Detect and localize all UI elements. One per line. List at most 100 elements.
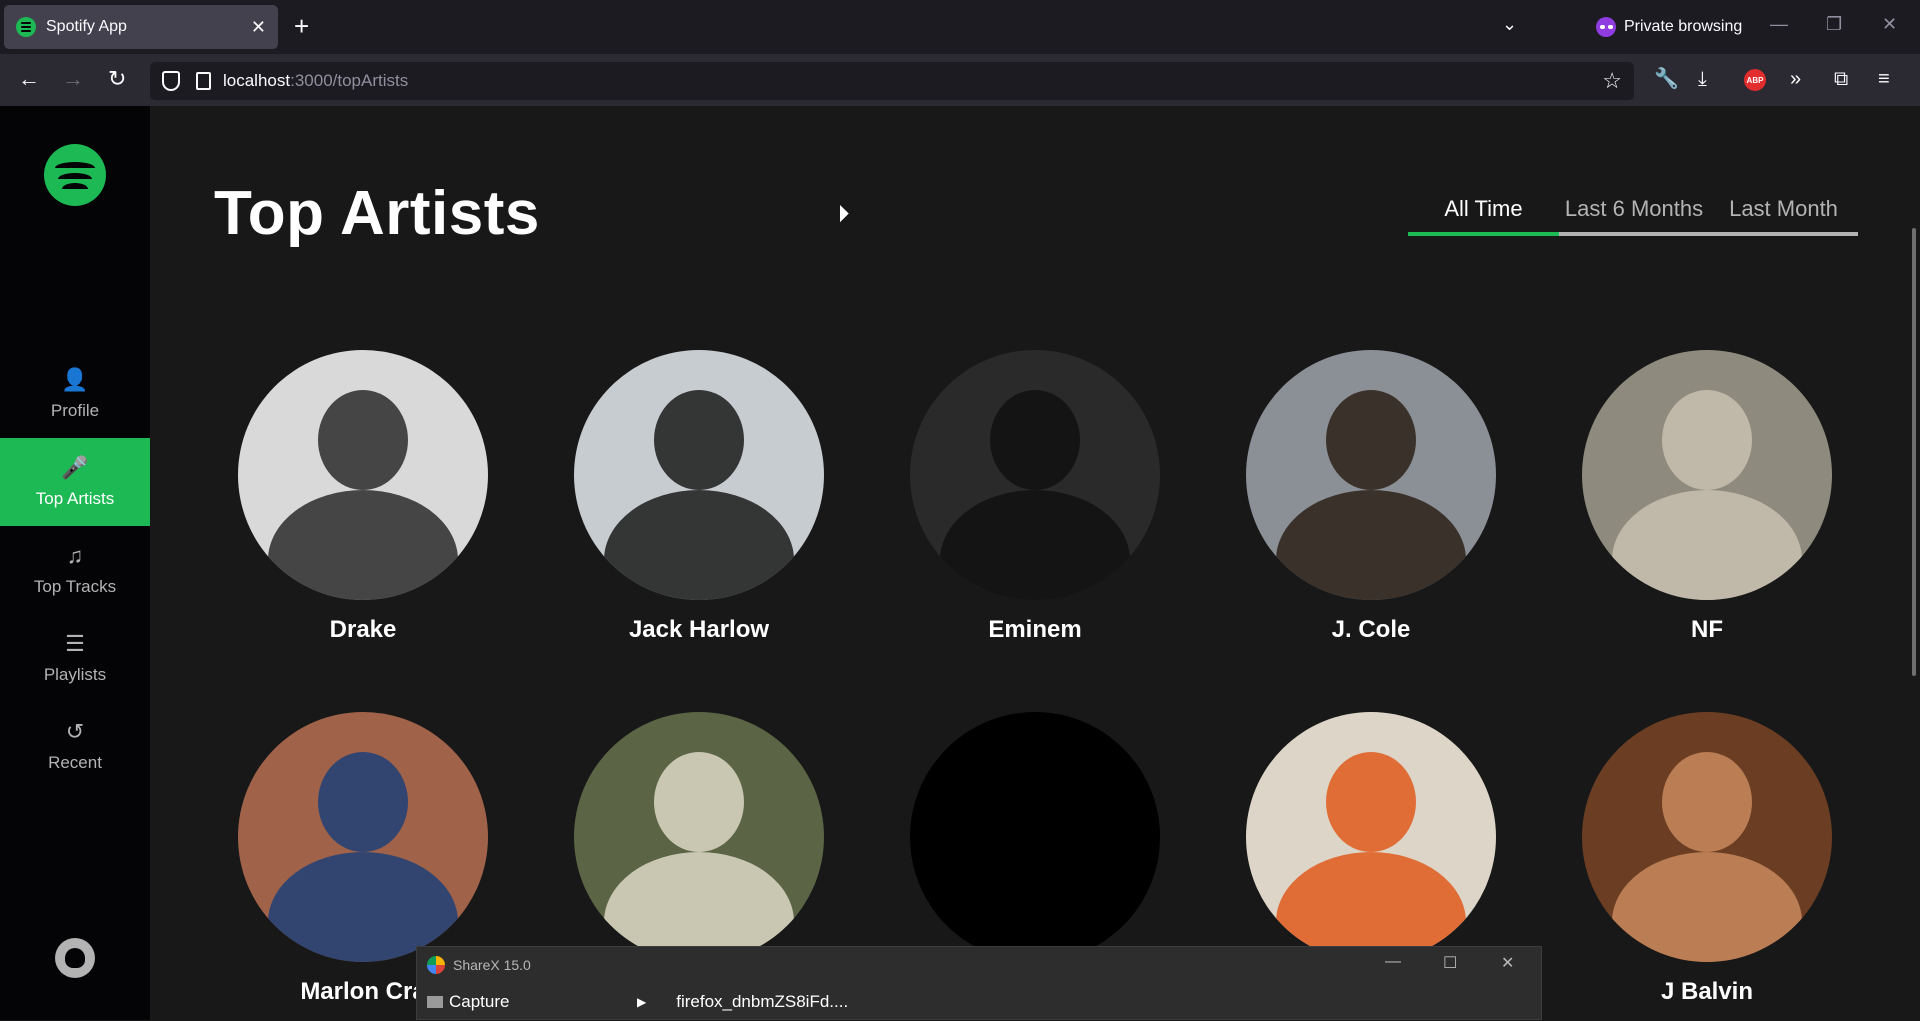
downloads-icon[interactable]: ⤓ [1698, 67, 1707, 91]
address-bar[interactable]: localhost:3000/topArtists ☆ [150, 62, 1634, 100]
artist-card[interactable]: NF [1582, 350, 1832, 644]
artist-image[interactable] [574, 350, 824, 600]
tab-close-icon[interactable]: ✕ [251, 17, 266, 38]
artist-card[interactable]: J. Cole [1246, 350, 1496, 644]
artist-card[interactable]: J Balvin [1582, 712, 1832, 1006]
private-mask-icon [1596, 17, 1616, 37]
scrollbar[interactable] [1912, 228, 1916, 676]
main-content: Top Artists All Time Last 6 Months Last … [150, 106, 1920, 1020]
artist-name[interactable]: NF [1582, 616, 1832, 644]
time-range-tabs: All Time Last 6 Months Last Month [1408, 196, 1858, 236]
new-tab-button[interactable]: + [294, 12, 309, 40]
sidebar-item-profile[interactable]: 👤 Profile [0, 350, 150, 438]
back-arrow-icon[interactable]: ← [18, 66, 40, 92]
artist-figure [318, 752, 408, 852]
sharex-menu-row: Capture ▶ firefox_dnbmZS8iFd.... [417, 983, 1541, 1021]
sharex-minimize-button[interactable]: — [1385, 953, 1401, 971]
sidebar-item-recent[interactable]: ↺ Recent [0, 702, 150, 790]
artist-image[interactable] [910, 712, 1160, 962]
page-info-icon[interactable] [196, 72, 211, 90]
artist-figure [990, 390, 1080, 490]
adblock-plus-icon[interactable]: ABP [1744, 69, 1766, 91]
spotify-favicon-icon [16, 17, 36, 37]
submenu-arrow-icon: ▶ [637, 995, 647, 1009]
artist-figure [1276, 490, 1466, 600]
artist-image[interactable] [574, 712, 824, 962]
artist-name[interactable]: Eminem [910, 616, 1160, 644]
artist-image[interactable] [238, 350, 488, 600]
tab-last-6-months[interactable]: Last 6 Months [1559, 196, 1709, 232]
overflow-chevrons-icon[interactable]: » [1790, 67, 1801, 91]
artist-card[interactable] [1246, 712, 1496, 978]
minimize-button[interactable]: — [1770, 14, 1788, 35]
user-icon: 👤 [61, 367, 89, 392]
artist-name[interactable]: J. Cole [1246, 616, 1496, 644]
artist-figure [604, 490, 794, 600]
artist-image[interactable] [1246, 350, 1496, 600]
tab-list-chevron-icon[interactable]: ⌄ [1502, 14, 1517, 35]
sidebar-item-label: Top Tracks [33, 577, 117, 596]
sharex-title: ShareX 15.0 [453, 957, 531, 973]
artist-name[interactable]: J Balvin [1582, 978, 1832, 1006]
microphone-icon: 🎤 [61, 455, 89, 480]
artist-card[interactable] [910, 712, 1160, 978]
artist-figure [940, 490, 1130, 600]
artist-image[interactable] [1582, 712, 1832, 962]
sidebar-item-label: Profile [50, 401, 100, 420]
artist-figure [1326, 390, 1416, 490]
artist-name[interactable]: Drake [238, 616, 488, 644]
sidebar: 👤 Profile 🎤 Top Artists ♫ Top Tracks ☰ P… [0, 106, 150, 1020]
sharex-file-name[interactable]: firefox_dnbmZS8iFd.... [676, 992, 848, 1012]
capture-menu-item[interactable]: Capture [427, 992, 637, 1012]
artist-card[interactable]: Eminem [910, 350, 1160, 644]
sharex-window: ShareX 15.0 — ☐ ✕ Capture ▶ firefox_dnbm… [416, 946, 1542, 1020]
url-text[interactable]: localhost:3000/topArtists [223, 71, 408, 91]
artist-figure [1326, 752, 1416, 852]
tab-all-time[interactable]: All Time [1408, 196, 1559, 232]
extensions-icon[interactable]: ⧉ [1834, 67, 1848, 91]
menu-hamburger-icon[interactable]: ≡ [1878, 67, 1890, 91]
browser-tab[interactable]: Spotify App ✕ [4, 5, 278, 49]
capture-icon [427, 996, 443, 1008]
artist-image[interactable] [1246, 712, 1496, 962]
music-note-icon: ♫ [66, 543, 84, 568]
artist-name[interactable]: Jack Harlow [574, 616, 824, 644]
page-title: Top Artists [214, 179, 540, 248]
close-window-button[interactable]: ✕ [1882, 14, 1897, 35]
artist-figure [654, 390, 744, 490]
tab-last-month[interactable]: Last Month [1709, 196, 1858, 232]
sharex-close-button[interactable]: ✕ [1501, 953, 1514, 973]
capture-label: Capture [449, 992, 510, 1011]
artist-figure [654, 752, 744, 852]
github-icon[interactable] [55, 938, 95, 978]
wrench-icon[interactable]: 🔧 [1654, 67, 1679, 91]
artist-figure [1612, 852, 1802, 962]
sharex-maximize-button[interactable]: ☐ [1443, 953, 1457, 973]
tracking-shield-icon[interactable] [162, 71, 180, 91]
sidebar-item-top-artists[interactable]: 🎤 Top Artists [0, 438, 150, 526]
bookmark-star-icon[interactable]: ☆ [1602, 68, 1622, 94]
artist-image[interactable] [238, 712, 488, 962]
artist-image[interactable] [910, 350, 1160, 600]
artist-image[interactable] [1582, 350, 1832, 600]
artist-figure [318, 390, 408, 490]
sharex-logo-icon [427, 956, 445, 974]
active-range-indicator [1408, 232, 1559, 236]
spotify-logo-icon[interactable] [44, 144, 106, 206]
artist-figure [268, 490, 458, 600]
artist-card[interactable] [574, 712, 824, 978]
artist-card[interactable]: Jack Harlow [574, 350, 824, 644]
sidebar-item-playlists[interactable]: ☰ Playlists [0, 614, 150, 702]
tab-title: Spotify App [46, 18, 127, 35]
reload-icon[interactable]: ↻ [108, 66, 126, 92]
private-browsing-indicator: Private browsing [1596, 17, 1742, 37]
artist-figure [1662, 390, 1752, 490]
restore-button[interactable]: ❐ [1826, 14, 1842, 35]
artist-figure [1662, 752, 1752, 852]
url-path: :3000/topArtists [290, 71, 409, 90]
sidebar-item-label: Recent [48, 753, 102, 772]
artist-card[interactable]: Drake [238, 350, 488, 644]
history-icon: ↺ [65, 719, 85, 744]
forward-arrow-icon[interactable]: → [62, 66, 84, 92]
sidebar-item-top-tracks[interactable]: ♫ Top Tracks [0, 526, 150, 614]
